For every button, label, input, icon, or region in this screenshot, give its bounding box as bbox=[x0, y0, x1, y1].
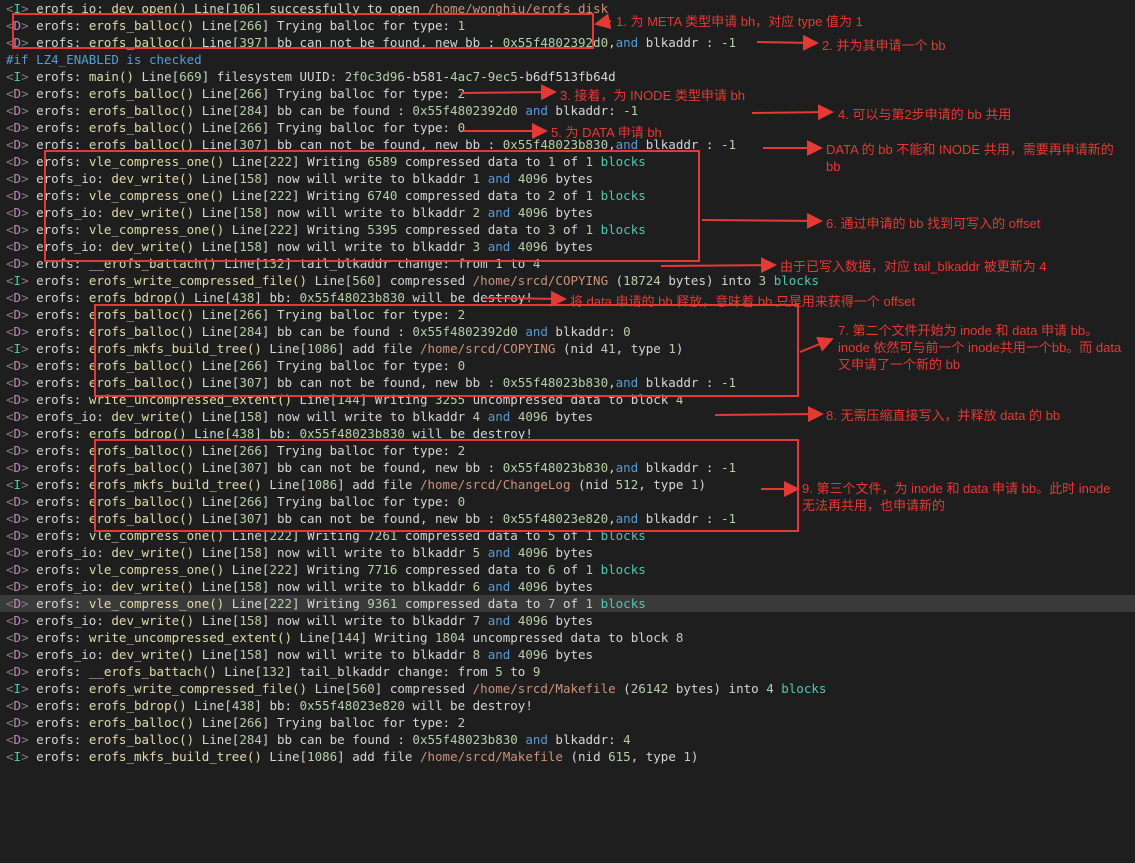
log-line: <D> erofs: vle_compress_one() Line[222] … bbox=[0, 595, 1135, 612]
annotation-text: 5. 为 DATA 申请 bh bbox=[551, 124, 662, 141]
log-line: <D> erofs: write_uncompressed_extent() L… bbox=[0, 391, 1135, 408]
log-line: <D> erofs: erofs_balloc() Line[397] bb c… bbox=[0, 34, 1135, 51]
annotation-text: 由于已写入数据，对应 tail_blkaddr 被更新为 4 bbox=[780, 258, 1047, 275]
log-line: <D> erofs: erofs_bdrop() Line[438] bb: 0… bbox=[0, 425, 1135, 442]
log-line: <I> erofs: erofs_mkfs_build_tree() Line[… bbox=[0, 748, 1135, 765]
log-line: #if LZ4_ENABLED is checked bbox=[0, 51, 1135, 68]
log-line: <D> erofs: write_uncompressed_extent() L… bbox=[0, 629, 1135, 646]
log-line: <D> erofs: vle_compress_one() Line[222] … bbox=[0, 561, 1135, 578]
log-line: <D> erofs_io: dev_write() Line[158] now … bbox=[0, 646, 1135, 663]
log-line: <D> erofs: erofs_bdrop() Line[438] bb: 0… bbox=[0, 289, 1135, 306]
log-line: <D> erofs_io: dev_write() Line[158] now … bbox=[0, 612, 1135, 629]
log-line: <D> erofs: erofs_bdrop() Line[438] bb: 0… bbox=[0, 697, 1135, 714]
log-line: <D> erofs: erofs_balloc() Line[266] Tryi… bbox=[0, 714, 1135, 731]
log-line: <D> erofs: erofs_balloc() Line[307] bb c… bbox=[0, 374, 1135, 391]
annotation-text: 9. 第三个文件，为 inode 和 data 申请 bb。此时 inode 无… bbox=[802, 480, 1122, 514]
log-line: <D> erofs: __erofs_battach() Line[132] t… bbox=[0, 663, 1135, 680]
annotation-text: 7. 第二个文件开始为 inode 和 data 申请 bb。inode 依然可… bbox=[838, 322, 1128, 373]
log-line: <I> erofs: main() Line[669] filesystem U… bbox=[0, 68, 1135, 85]
log-line: <D> erofs: erofs_balloc() Line[284] bb c… bbox=[0, 731, 1135, 748]
annotation-text: 8. 无需压缩直接写入，并释放 data 的 bb bbox=[826, 407, 1060, 424]
annotation-text: 3. 接着，为 INODE 类型申请 bh bbox=[560, 87, 745, 104]
log-line: <D> erofs: vle_compress_one() Line[222] … bbox=[0, 527, 1135, 544]
log-line: <D> erofs_io: dev_write() Line[158] now … bbox=[0, 578, 1135, 595]
annotation-text: 6. 通过申请的 bb 找到可写入的 offset bbox=[826, 215, 1040, 232]
log-line: <D> erofs: erofs_balloc() Line[307] bb c… bbox=[0, 459, 1135, 476]
log-line: <D> erofs: erofs_balloc() Line[266] Tryi… bbox=[0, 442, 1135, 459]
annotation-text: DATA 的 bb 不能和 INODE 共用，需要再申请新的 bb bbox=[826, 141, 1126, 175]
log-line: <I> erofs io: dev open() Line[106] succe… bbox=[0, 0, 1135, 17]
log-line: <I> erofs: erofs_write_compressed_file()… bbox=[0, 680, 1135, 697]
log-line: <D> erofs: erofs_balloc() Line[266] Tryi… bbox=[0, 17, 1135, 34]
annotation-text: 将 data 申请的 bb 释放，意味着 bb 只是用来获得一个 offset bbox=[570, 293, 915, 310]
log-line: <D> erofs: erofs_balloc() Line[266] Tryi… bbox=[0, 306, 1135, 323]
log-line: <D> erofs: vle_compress_one() Line[222] … bbox=[0, 187, 1135, 204]
log-line: <D> erofs_io: dev_write() Line[158] now … bbox=[0, 238, 1135, 255]
annotation-text: 2. 并为其申请一个 bb bbox=[822, 37, 946, 54]
annotation-text: 4. 可以与第2步申请的 bb 共用 bbox=[838, 106, 1011, 123]
annotation-text: 1. 为 META 类型申请 bh，对应 type 值为 1 bbox=[616, 13, 863, 30]
log-line: <D> erofs_io: dev_write() Line[158] now … bbox=[0, 544, 1135, 561]
